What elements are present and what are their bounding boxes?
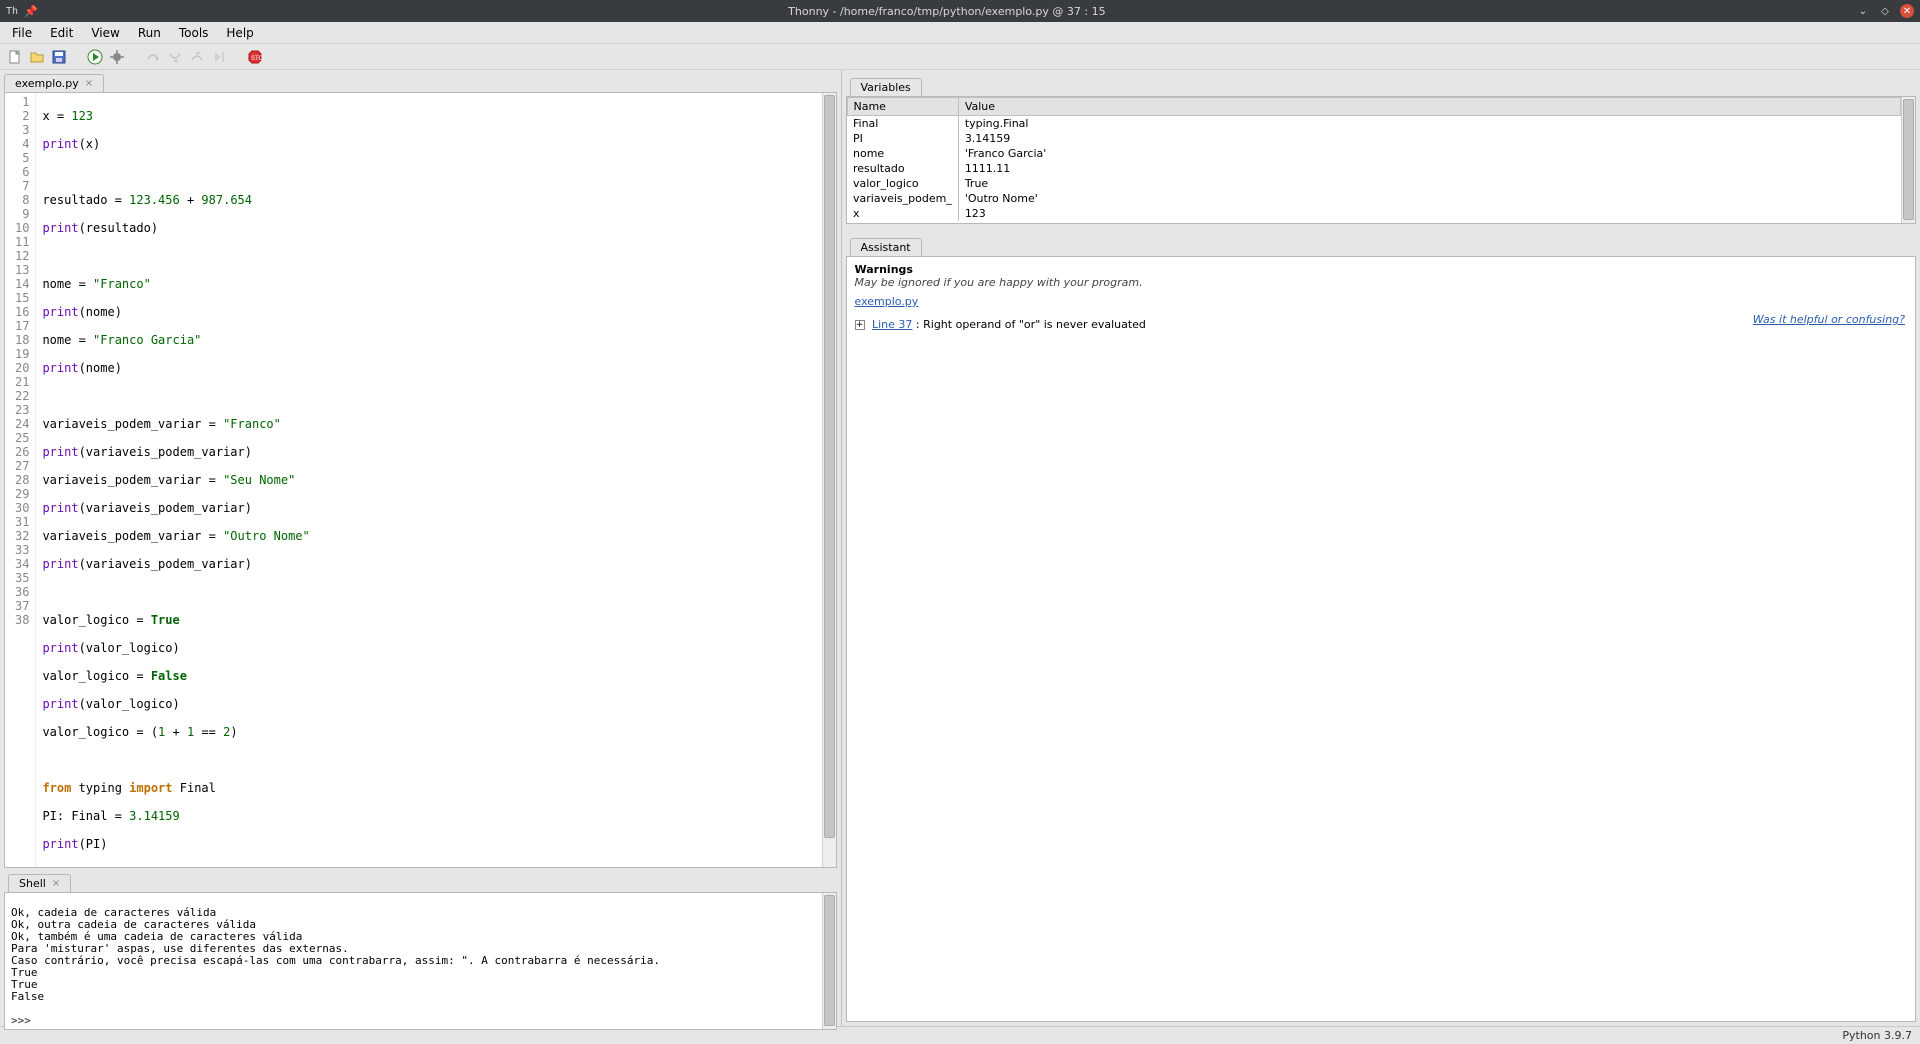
assistant-message: : Right operand of "or" is never evaluat… [912,318,1146,331]
editor-scrollbar[interactable] [822,93,836,867]
python-version[interactable]: Python 3.9.7 [1842,1029,1912,1042]
new-file-icon[interactable] [6,48,24,66]
shell-prompt[interactable]: >>> [11,1014,38,1027]
editor-tab-label: exemplo.py [15,77,79,90]
resume-icon [210,48,228,66]
variables-panel[interactable]: Name Value Finaltyping.FinalPI3.14159nom… [846,96,1917,224]
menu-view[interactable]: View [83,24,127,42]
menu-run[interactable]: Run [130,24,169,42]
variables-table: Name Value Finaltyping.FinalPI3.14159nom… [847,97,1902,221]
minimize-button[interactable]: ⌄ [1856,4,1870,18]
line-number-gutter: 1234567891011121314151617181920212223242… [5,93,36,867]
variables-tab[interactable]: Variables [850,78,922,96]
step-into-icon [166,48,184,66]
editor-tab[interactable]: exemplo.py × [4,74,104,92]
menu-help[interactable]: Help [218,24,261,42]
toolbar: STOP [0,44,1920,70]
close-button[interactable]: ✕ [1900,4,1914,18]
code-area[interactable]: x = 123 print(x) resultado = 123.456 + 9… [36,93,821,867]
shell-scrollbar[interactable] [822,893,836,1029]
step-out-icon [188,48,206,66]
variables-col-value[interactable]: Value [958,98,1900,116]
open-file-icon[interactable] [28,48,46,66]
save-file-icon[interactable] [50,48,68,66]
shell-tab[interactable]: Shell × [8,874,71,892]
window-title: Thonny - /home/franco/tmp/python/exemplo… [38,5,1856,18]
assistant-line-link[interactable]: Line 37 [872,318,912,331]
variables-tabbar: Variables [846,74,1917,96]
assistant-tab[interactable]: Assistant [850,238,922,256]
menu-file[interactable]: File [4,24,40,42]
assistant-tabbar: Assistant [846,234,1917,256]
assistant-warnings-title: Warnings [855,263,1908,276]
variables-scrollbar[interactable] [1901,97,1915,223]
close-shell-icon[interactable]: × [52,878,60,889]
debug-icon[interactable] [108,48,126,66]
table-row[interactable]: variaveis_podem_'Outro Nome' [847,191,1901,206]
assistant-warnings-sub: May be ignored if you are happy with you… [855,276,1908,289]
menu-edit[interactable]: Edit [42,24,81,42]
menu-tools[interactable]: Tools [171,24,217,42]
table-row[interactable]: nome'Franco Garcia' [847,146,1901,161]
table-row[interactable]: Finaltyping.Final [847,116,1901,132]
assistant-feedback-link[interactable]: Was it helpful or confusing? [1753,313,1905,326]
window-titlebar: Th 📌 Thonny - /home/franco/tmp/python/ex… [0,0,1920,22]
assistant-file-link[interactable]: exemplo.py [855,295,919,308]
step-over-icon [144,48,162,66]
shell-tabbar: Shell × [4,872,837,892]
svg-text:STOP: STOP [251,56,263,62]
close-tab-icon[interactable]: × [85,78,93,89]
run-icon[interactable] [86,48,104,66]
menubar: File Edit View Run Tools Help [0,22,1920,44]
variables-col-name[interactable]: Name [847,98,958,116]
table-row[interactable]: valor_logicoTrue [847,176,1901,191]
shell-panel[interactable]: Ok, cadeia de caracteres válida Ok, outr… [4,892,837,1030]
assistant-panel: Warnings May be ignored if you are happy… [846,256,1917,1022]
table-row[interactable]: x123 [847,206,1901,221]
expand-icon[interactable]: + [855,320,865,330]
table-row[interactable]: PI3.14159 [847,131,1901,146]
shell-output: Ok, cadeia de caracteres válida Ok, outr… [11,906,660,1003]
app-icon: Th [6,6,18,17]
table-row[interactable]: resultado1111.11 [847,161,1901,176]
maximize-button[interactable]: ◇ [1878,4,1892,18]
shell-tab-label: Shell [19,877,46,890]
assistant-tab-label: Assistant [861,241,911,254]
stop-icon[interactable]: STOP [246,48,264,66]
pin-icon[interactable]: 📌 [24,5,38,18]
variables-tab-label: Variables [861,81,911,94]
editor-tabbar: exemplo.py × [0,70,841,92]
code-editor[interactable]: 1234567891011121314151617181920212223242… [4,92,837,868]
